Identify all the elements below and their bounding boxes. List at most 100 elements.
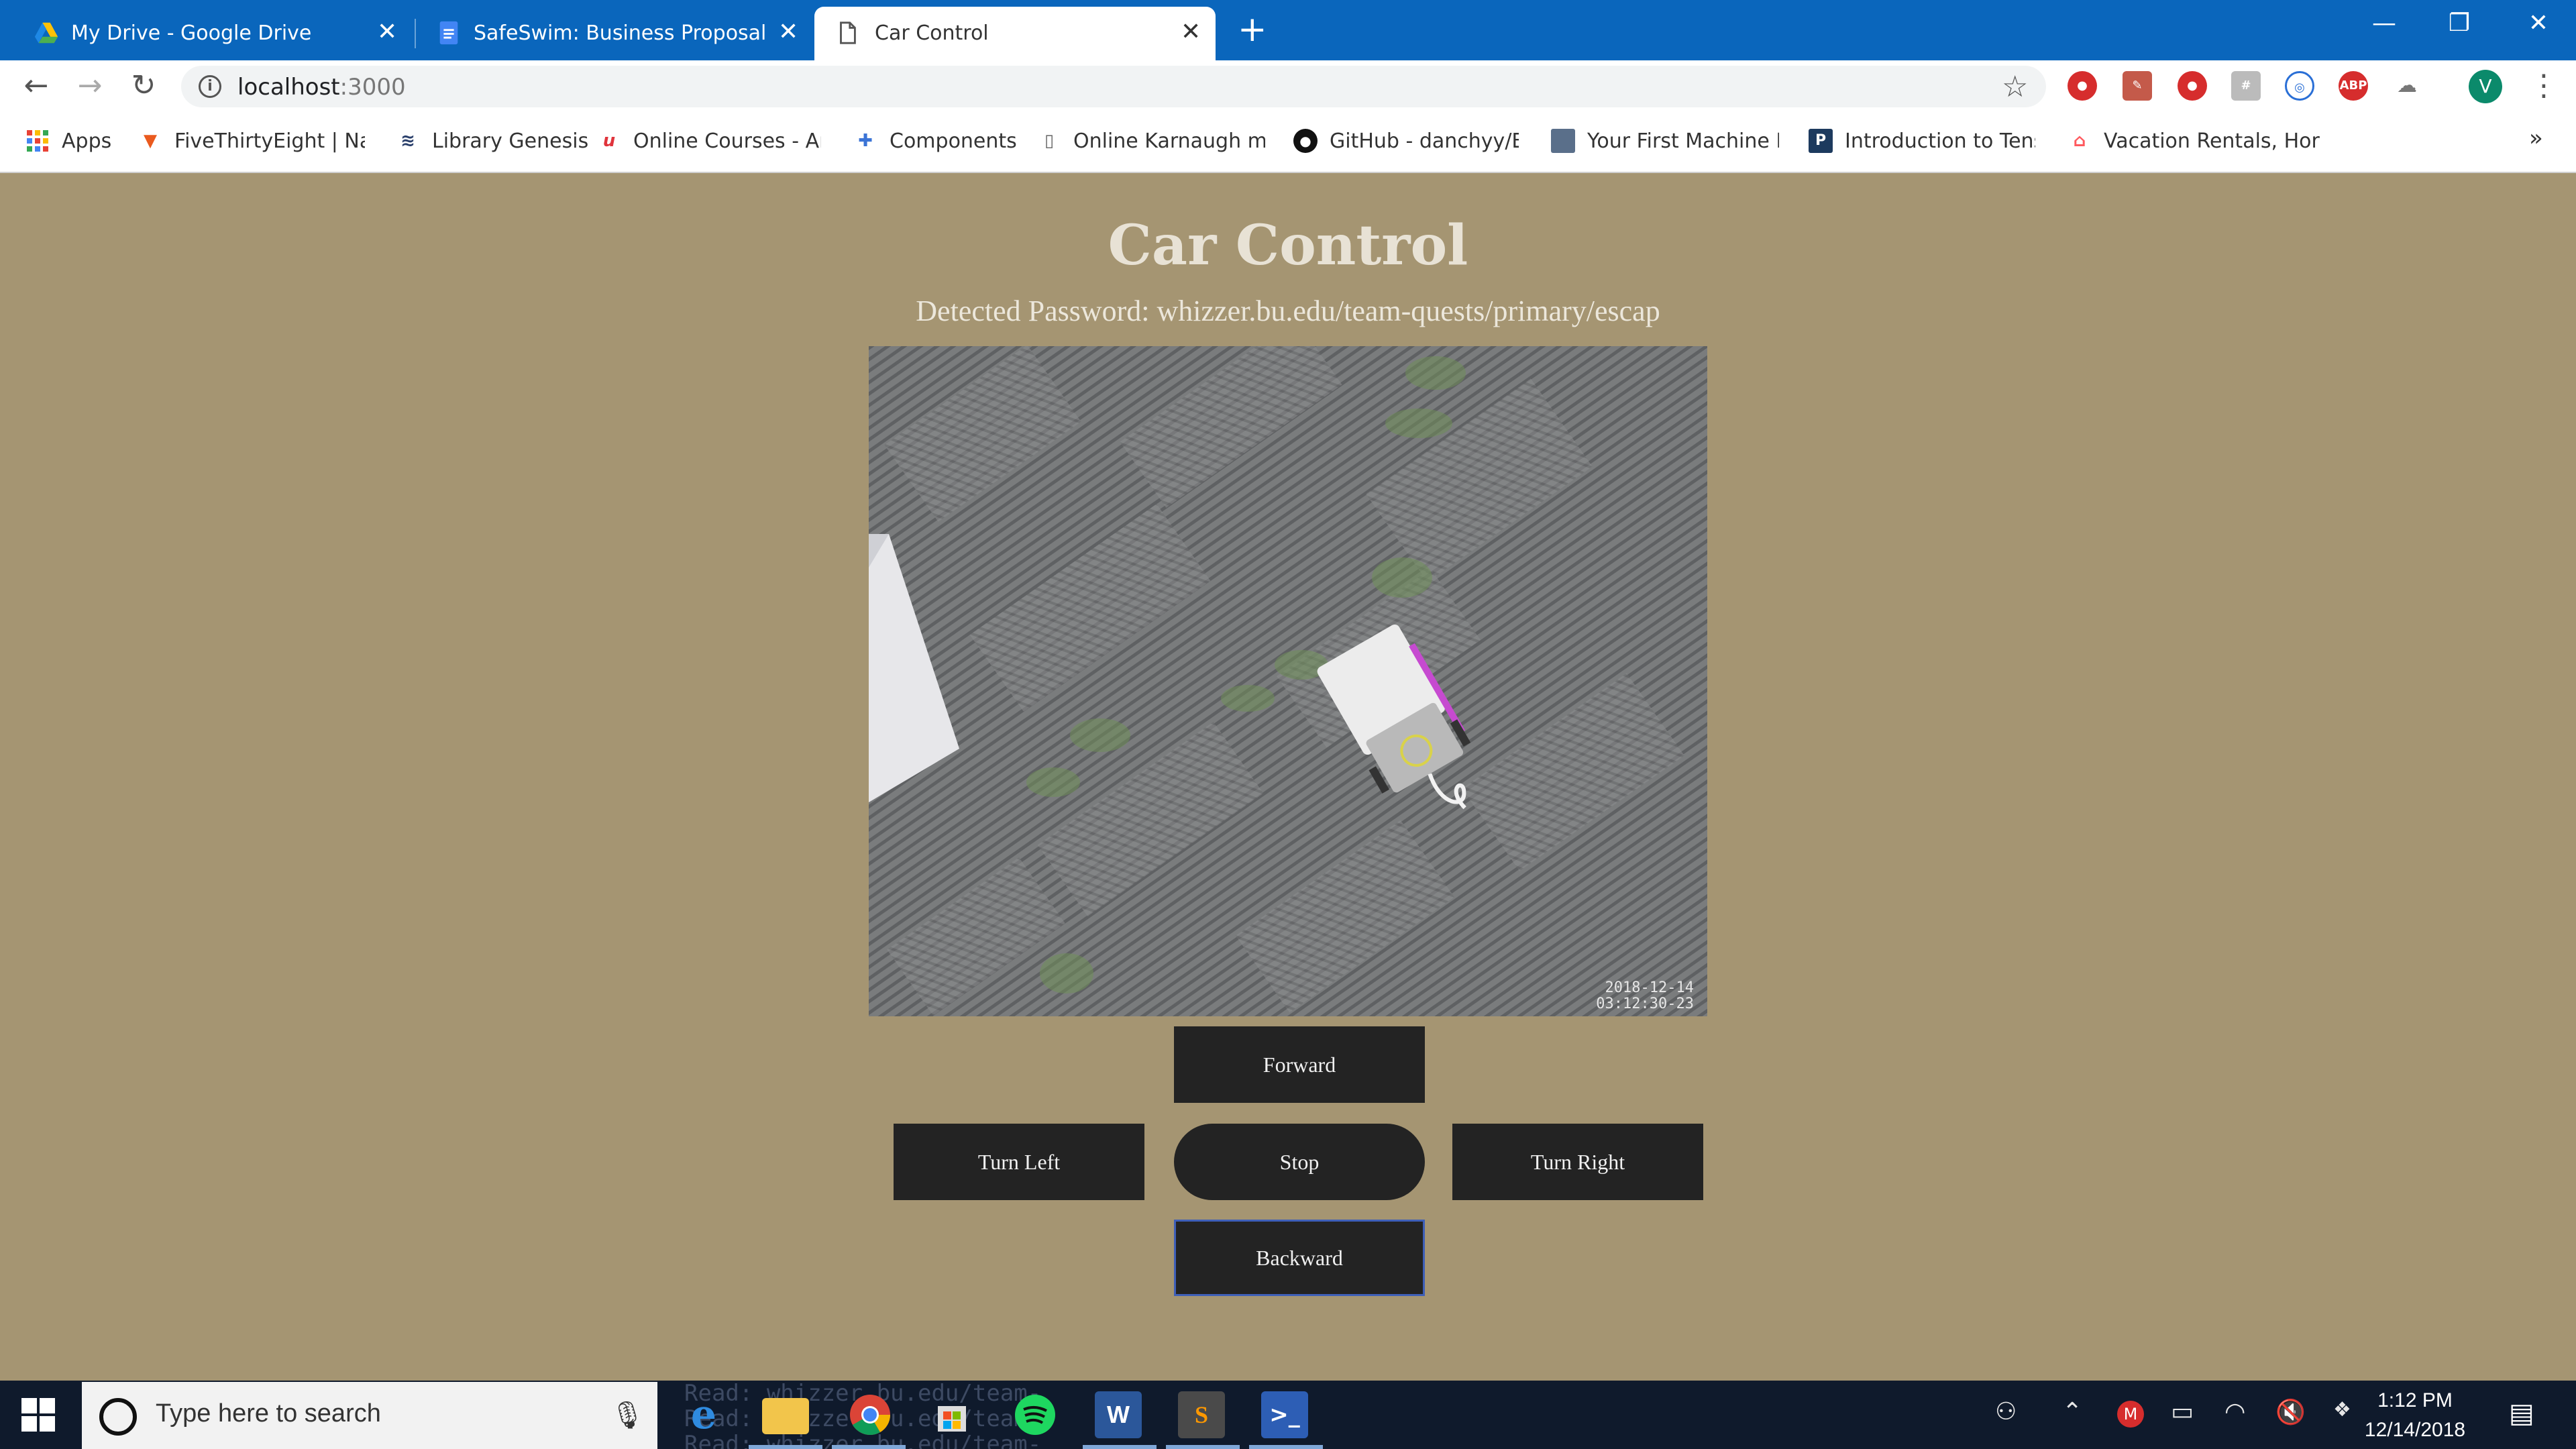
- search-placeholder: Type here to search: [156, 1399, 381, 1428]
- bookmark-apps[interactable]: Apps: [25, 126, 111, 156]
- forward-arrow-icon[interactable]: →: [70, 67, 110, 105]
- spotify-icon[interactable]: [1012, 1391, 1059, 1438]
- info-icon[interactable]: i: [199, 75, 221, 98]
- bookmark-label: Apps: [62, 129, 112, 153]
- bookmark-machine-learning[interactable]: Your First Machine Le: [1551, 126, 1779, 156]
- cortana-icon[interactable]: [99, 1398, 137, 1436]
- minimize-button[interactable]: —: [2364, 7, 2404, 40]
- bookmark-label: FiveThirtyEight | Nate: [174, 129, 365, 153]
- chrome-icon[interactable]: [847, 1391, 894, 1438]
- google-docs-icon: [439, 21, 458, 45]
- bookmark-label: Online Courses - Any: [633, 129, 821, 153]
- bookmark-label: GitHub - danchyy/Ba: [1330, 129, 1519, 153]
- record-extension-icon[interactable]: ●: [2178, 71, 2207, 101]
- bookmark-label: Introduction to Tenso: [1845, 129, 2035, 153]
- tab-car-control[interactable]: Car Control ✕: [814, 7, 1216, 60]
- active-app-indicator: [1083, 1445, 1157, 1449]
- battery-icon[interactable]: ▭: [2171, 1398, 2194, 1426]
- turn-right-button[interactable]: Turn Right: [1452, 1124, 1703, 1200]
- tab-label: My Drive - Google Drive: [71, 21, 312, 45]
- clock[interactable]: 1:12 PM 12/14/2018: [2361, 1386, 2469, 1445]
- restore-button[interactable]: ❐: [2439, 7, 2479, 40]
- bookmark-library-genesis[interactable]: ≋ Library Genesis: [396, 126, 588, 156]
- back-arrow-icon[interactable]: ←: [16, 67, 56, 105]
- bookmark-online-courses[interactable]: u Online Courses - Any: [597, 126, 821, 156]
- new-tab-button[interactable]: +: [1238, 9, 1267, 50]
- camera-scene: [869, 346, 1707, 1016]
- record-extension-icon[interactable]: ●: [2068, 71, 2097, 101]
- muted-speaker-icon[interactable]: 🔇: [2275, 1398, 2306, 1426]
- library-genesis-icon: ≋: [400, 131, 415, 151]
- tab-strip: My Drive - Google Drive ✕ SafeSwim: Busi…: [0, 0, 2576, 60]
- apps-grid-icon: [27, 130, 48, 152]
- close-icon[interactable]: ✕: [377, 19, 397, 46]
- active-app-indicator: [749, 1445, 822, 1449]
- menu-dots-icon[interactable]: ⋮: [2529, 67, 2559, 105]
- edge-icon[interactable]: e: [680, 1391, 727, 1438]
- file-explorer-icon[interactable]: [762, 1398, 809, 1434]
- close-window-button[interactable]: ✕: [2518, 7, 2559, 40]
- bookmark-star-icon[interactable]: ☆: [2002, 70, 2028, 104]
- google-drive-icon: [34, 22, 58, 44]
- bookmarks-overflow-icon[interactable]: »: [2529, 125, 2543, 152]
- bookmark-karnaugh[interactable]: ▯ Online Karnaugh ma: [1037, 126, 1265, 156]
- camera-feed-image: 2018-12-14 03:12:30-23: [869, 346, 1707, 1016]
- bookmark-github[interactable]: ● GitHub - danchyy/Ba: [1293, 126, 1519, 156]
- tab-google-drive[interactable]: My Drive - Google Drive ✕: [0, 7, 409, 60]
- adblock-plus-icon[interactable]: ABP: [2339, 71, 2368, 101]
- github-icon: ●: [1293, 129, 1318, 153]
- bookmark-components[interactable]: ✚ Components: [853, 126, 1017, 156]
- tensorflow-icon: P: [1809, 129, 1833, 153]
- lens-extension-icon[interactable]: ◎: [2285, 71, 2314, 101]
- detected-password-text: Detected Password: whizzer.bu.edu/team-q…: [916, 294, 1660, 327]
- bookmark-label: Your First Machine Le: [1587, 129, 1779, 153]
- active-app-indicator: [832, 1445, 906, 1449]
- airbnb-icon: ⌂: [2073, 131, 2086, 151]
- cloud-extension-icon[interactable]: ☁: [2392, 71, 2422, 101]
- page-icon: [840, 21, 856, 44]
- tab-label: Car Control: [875, 21, 989, 45]
- wifi-icon[interactable]: ◠: [2224, 1398, 2245, 1426]
- turn-left-button[interactable]: Turn Left: [894, 1124, 1144, 1200]
- chevron-up-icon[interactable]: ⌃: [2062, 1398, 2082, 1426]
- profile-avatar[interactable]: V: [2469, 70, 2502, 103]
- word-icon[interactable]: W: [1095, 1391, 1142, 1438]
- notifications-icon[interactable]: ▤: [2509, 1398, 2534, 1429]
- dropbox-icon[interactable]: ❖: [2333, 1398, 2351, 1421]
- fivethirtyeight-icon: ▼: [144, 131, 157, 151]
- camera-timestamp: 2018-12-14 03:12:30-23: [1596, 979, 1694, 1012]
- bookmark-tensorflow[interactable]: P Introduction to Tenso: [1809, 126, 2035, 156]
- bookmark-fivethirtyeight[interactable]: ▼ FiveThirtyEight | Nate: [138, 126, 365, 156]
- stop-button[interactable]: Stop: [1174, 1124, 1425, 1200]
- microsoft-store-icon[interactable]: [928, 1391, 975, 1438]
- bookmark-label: Vacation Rentals, Hor: [2104, 129, 2320, 153]
- page-title: Car Control: [1108, 213, 1468, 278]
- address-bar[interactable]: [181, 66, 2046, 107]
- url-port: :3000: [339, 74, 406, 101]
- mega-icon[interactable]: M: [2117, 1401, 2144, 1428]
- gray-extension-icon[interactable]: #: [2231, 71, 2261, 101]
- microphone-icon[interactable]: 🎙: [610, 1399, 645, 1431]
- udemy-icon: u: [602, 131, 616, 151]
- tab-label: SafeSwim: Business Proposal - Go: [474, 21, 766, 45]
- sublime-text-icon[interactable]: S: [1178, 1391, 1225, 1438]
- forward-button[interactable]: Forward: [1174, 1026, 1425, 1103]
- powershell-icon[interactable]: >_: [1261, 1391, 1308, 1438]
- pdf-extension-icon[interactable]: ✎: [2123, 71, 2152, 101]
- bookmark-label: Components: [890, 129, 1017, 153]
- reload-icon[interactable]: ↻: [123, 67, 164, 105]
- url-text[interactable]: localhost:3000: [237, 74, 406, 101]
- bookmark-airbnb[interactable]: ⌂ Vacation Rentals, Hor: [2068, 126, 2320, 156]
- bookmark-label: Library Genesis: [432, 129, 589, 153]
- tab-safeswim[interactable]: SafeSwim: Business Proposal - Go ✕: [402, 7, 813, 60]
- close-icon[interactable]: ✕: [778, 19, 798, 46]
- clock-date: 12/14/2018: [2364, 1419, 2466, 1441]
- people-icon[interactable]: ⚇: [1995, 1398, 2017, 1426]
- person-photo-icon: [1551, 129, 1575, 153]
- puzzle-icon: ✚: [858, 131, 873, 151]
- windows-start-icon[interactable]: [20, 1397, 56, 1433]
- bookmark-label: Online Karnaugh ma: [1073, 129, 1265, 153]
- close-icon[interactable]: ✕: [1181, 19, 1201, 46]
- clock-time: 1:12 PM: [2377, 1389, 2453, 1411]
- backward-button[interactable]: Backward: [1174, 1220, 1425, 1296]
